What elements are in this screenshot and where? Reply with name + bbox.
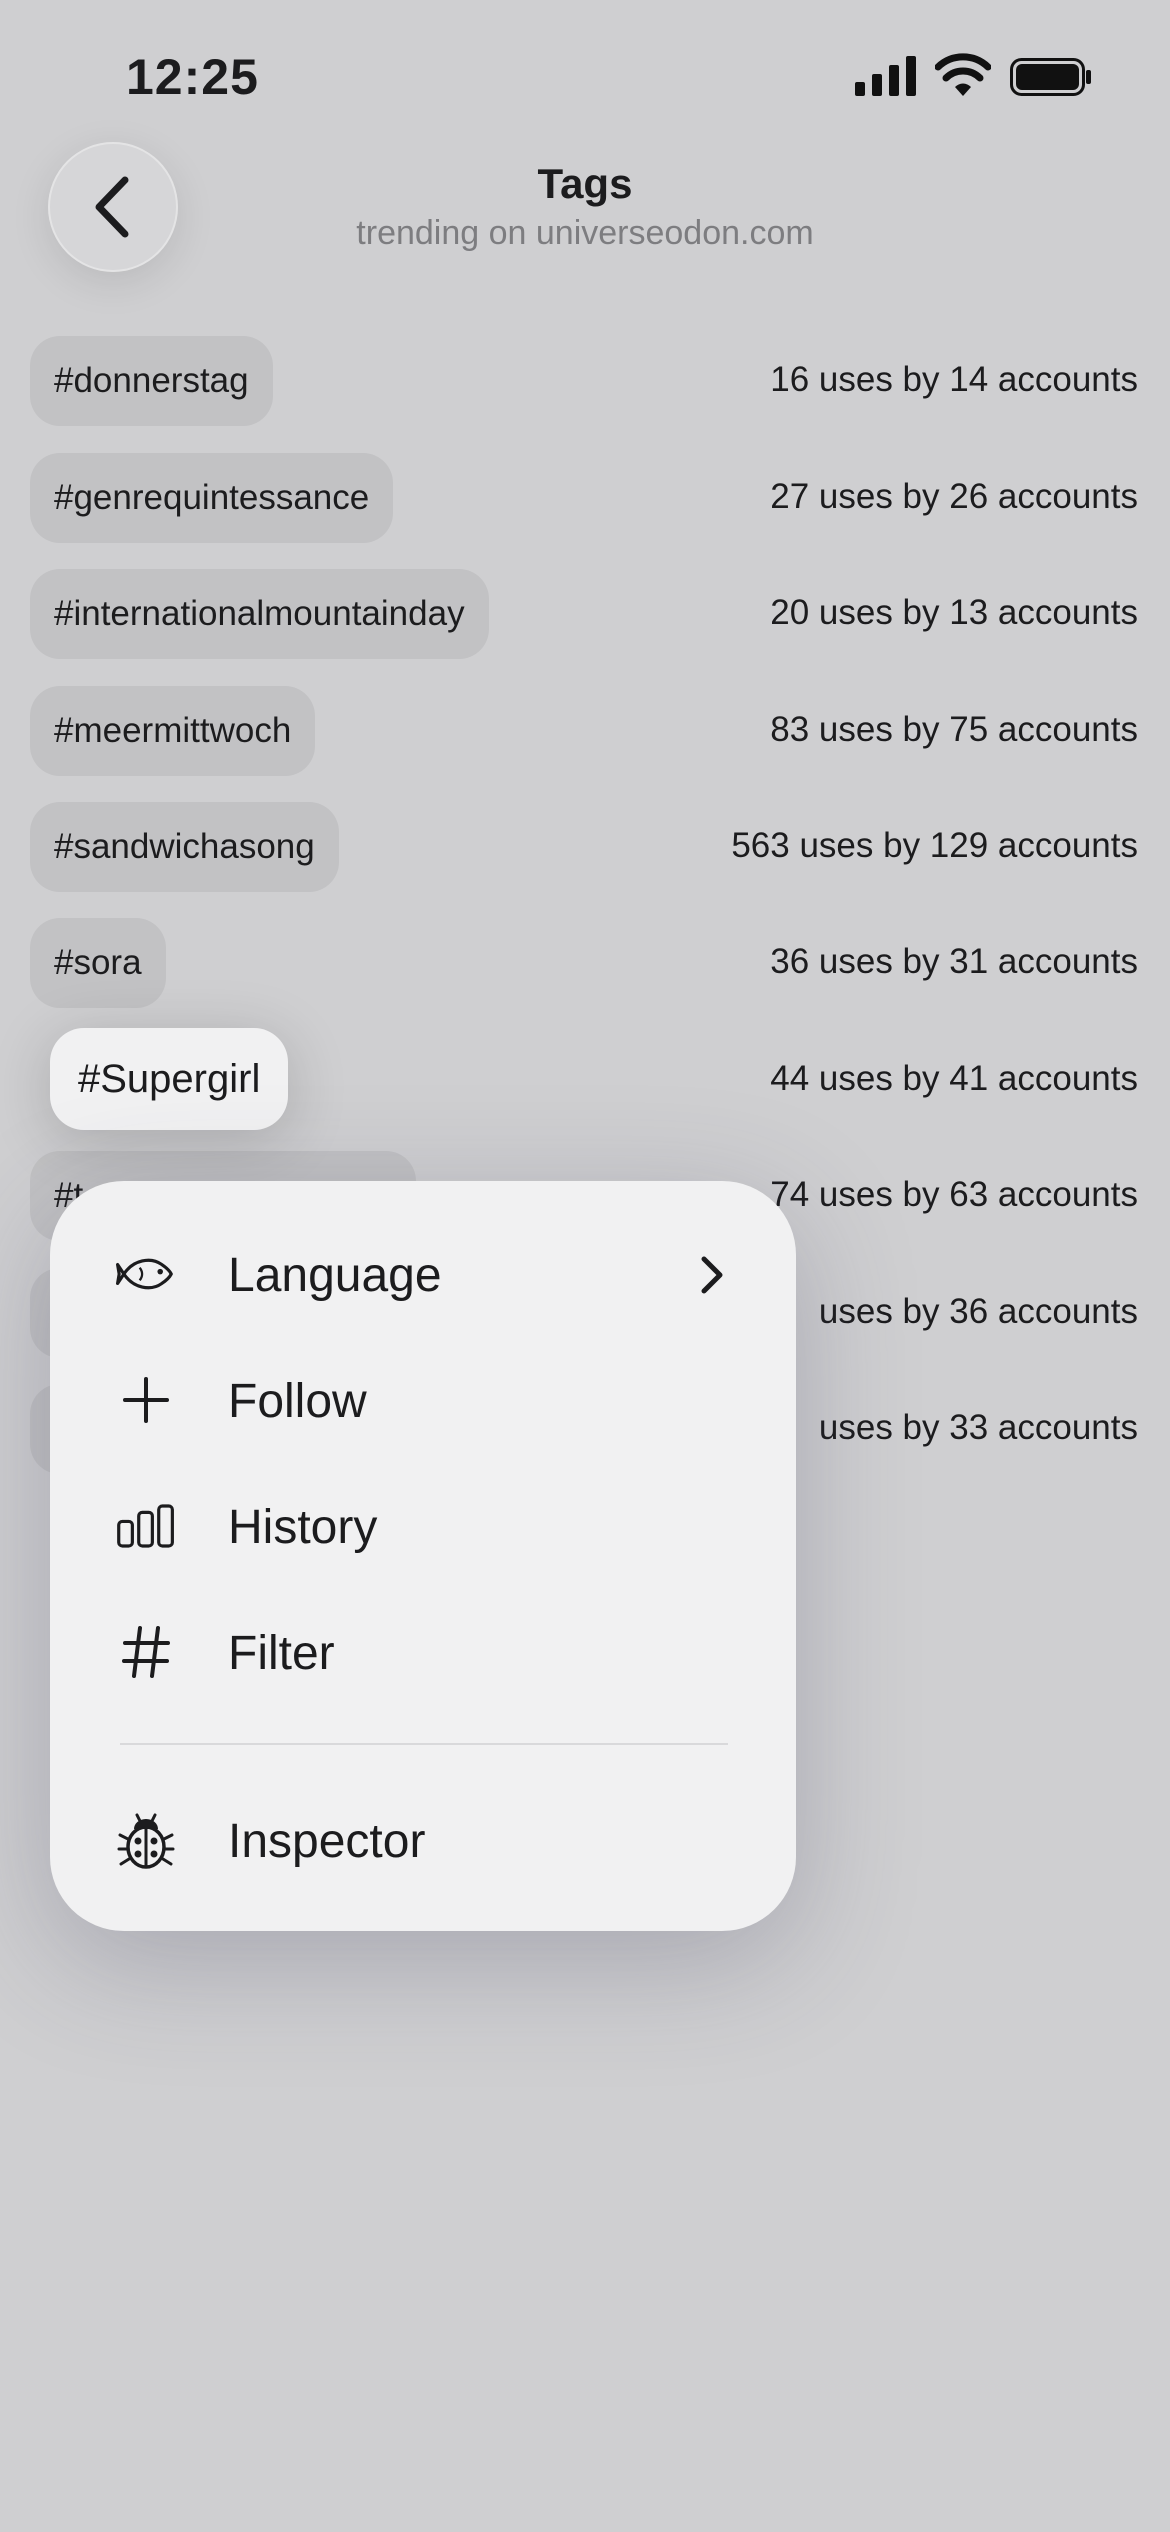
tag-usage: 74 uses by 63 accounts (770, 1175, 1138, 1214)
tag-pill[interactable]: #genrequintessance (30, 453, 394, 543)
plus-icon (116, 1370, 176, 1430)
wifi-icon (935, 53, 991, 96)
tag-pill[interactable]: #sandwichasong (30, 802, 339, 892)
battery-icon (1010, 58, 1091, 96)
menu-label: Language (228, 1249, 442, 1302)
menu-item-filter[interactable]: Filter (50, 1597, 796, 1707)
menu-label: Filter (228, 1627, 335, 1680)
menu-label: History (228, 1501, 378, 1554)
tag-row[interactable]: #sora 36 uses by 31 accounts (0, 918, 1170, 1010)
menu-item-history[interactable]: History (50, 1471, 796, 1581)
menu-item-inspector[interactable]: Inspector (50, 1785, 796, 1895)
status-bar: 12:25 (0, 0, 1170, 150)
tag-pill[interactable]: #internationalmountainday (30, 569, 489, 659)
tag-pill[interactable]: #sora (30, 918, 166, 1008)
status-time: 12:25 (126, 49, 259, 105)
page-subtitle: trending on universeodon.com (356, 214, 814, 252)
ladybug-icon (116, 1810, 176, 1870)
menu-item-language[interactable]: Language (50, 1219, 796, 1329)
tag-usage: 83 uses by 75 accounts (770, 710, 1138, 749)
hash-icon (116, 1622, 176, 1682)
tag-row[interactable]: #internationalmountainday 20 uses by 13 … (0, 569, 1170, 661)
tag-usage: 16 uses by 14 accounts (770, 360, 1138, 399)
tag-pill[interactable]: #donnerstag (30, 336, 273, 426)
tag-row[interactable]: #sandwichasong 563 uses by 129 accounts (0, 802, 1170, 894)
menu-label: Inspector (228, 1815, 426, 1868)
context-menu: Language Follow History Filter Inspector (50, 1181, 796, 1931)
menu-item-follow[interactable]: Follow (50, 1345, 796, 1455)
cellular-signal-icon (855, 56, 916, 96)
tag-usage: 44 uses by 41 accounts (770, 1059, 1138, 1098)
tag-usage: 20 uses by 13 accounts (770, 593, 1138, 632)
tag-usage: 563 uses by 129 accounts (731, 826, 1138, 865)
bars-icon (116, 1496, 176, 1556)
selected-tag-pill[interactable]: #Supergirl (50, 1028, 289, 1130)
fish-icon (116, 1244, 176, 1304)
tag-row[interactable]: #genrequintessance 27 uses by 26 account… (0, 453, 1170, 545)
menu-label: Follow (228, 1375, 367, 1428)
tag-usage: uses by 36 accounts (818, 1292, 1138, 1331)
tag-row[interactable]: #donnerstag 16 uses by 14 accounts (0, 336, 1170, 428)
tag-usage: 27 uses by 26 accounts (770, 477, 1138, 516)
tag-pill[interactable]: #meermittwoch (30, 686, 316, 776)
tag-usage: 36 uses by 31 accounts (770, 942, 1138, 981)
chevron-right-icon (701, 1256, 723, 1294)
tag-usage: uses by 33 accounts (818, 1408, 1138, 1447)
tag-row[interactable]: #meermittwoch 83 uses by 75 accounts (0, 686, 1170, 778)
page-title: Tags (537, 160, 633, 207)
menu-divider (120, 1743, 728, 1745)
